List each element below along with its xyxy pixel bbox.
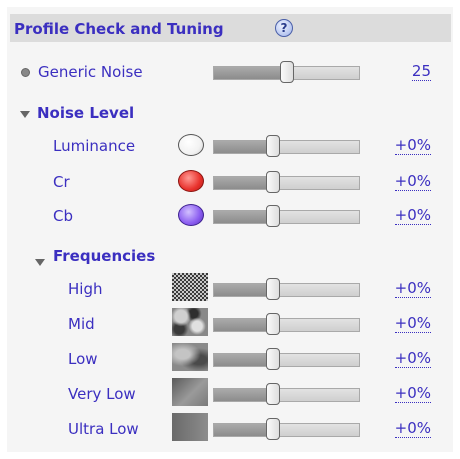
cb-slider[interactable] [213, 210, 360, 224]
panel-title: Profile Check and Tuning [14, 20, 224, 38]
slider-fill [214, 67, 287, 79]
slider-fill [214, 354, 274, 366]
slider-fill [214, 389, 274, 401]
mid-frequency-texture-icon [172, 308, 208, 336]
luminance-slider-knob[interactable] [266, 135, 280, 157]
cr-swatch-icon [178, 170, 204, 192]
slider-fill [214, 211, 274, 223]
cb-slider-knob[interactable] [266, 205, 280, 227]
noise-level-title[interactable]: Noise Level [37, 104, 134, 122]
low-frequency-texture-icon [172, 343, 208, 371]
mid-slider-knob[interactable] [266, 313, 280, 335]
collapse-triangle-icon[interactable] [20, 111, 30, 118]
high-slider-knob[interactable] [266, 278, 280, 300]
generic-noise-value[interactable]: 25 [411, 63, 431, 81]
slider-fill [214, 284, 274, 296]
help-icon[interactable]: ? [275, 19, 293, 37]
luminance-slider[interactable] [213, 140, 360, 154]
low-slider-knob[interactable] [266, 348, 280, 370]
luminance-value[interactable]: +0% [394, 137, 431, 155]
luminance-swatch-icon [178, 134, 204, 156]
frequencies-title[interactable]: Frequencies [53, 247, 155, 265]
very-low-value[interactable]: +0% [394, 385, 431, 403]
low-slider[interactable] [213, 353, 360, 367]
cr-value[interactable]: +0% [394, 173, 431, 191]
luminance-label: Luminance [53, 137, 136, 155]
cb-swatch-icon [178, 204, 204, 226]
slider-fill [214, 424, 274, 436]
high-value[interactable]: +0% [394, 280, 431, 298]
mid-value[interactable]: +0% [394, 315, 431, 333]
very-low-frequency-texture-icon [172, 378, 208, 406]
ultra-low-frequency-texture-icon [172, 413, 208, 441]
ultra-low-slider[interactable] [213, 423, 360, 437]
ultra-low-slider-knob[interactable] [266, 418, 280, 440]
high-frequency-texture-icon [172, 273, 208, 301]
bullet-icon [21, 68, 30, 77]
ultra-low-label: Ultra Low [68, 420, 139, 438]
cr-slider-knob[interactable] [266, 171, 280, 193]
generic-noise-slider-knob[interactable] [280, 61, 294, 83]
high-label: High [68, 280, 103, 298]
very-low-label: Very Low [68, 385, 136, 403]
generic-noise-label: Generic Noise [38, 63, 143, 81]
very-low-slider-knob[interactable] [266, 383, 280, 405]
ultra-low-value[interactable]: +0% [394, 420, 431, 438]
slider-fill [214, 141, 274, 153]
slider-fill [214, 319, 274, 331]
low-value[interactable]: +0% [394, 350, 431, 368]
collapse-triangle-icon[interactable] [35, 259, 45, 266]
cr-slider[interactable] [213, 176, 360, 190]
slider-fill [214, 177, 274, 189]
high-slider[interactable] [213, 283, 360, 297]
low-label: Low [68, 350, 98, 368]
cb-label: Cb [53, 207, 73, 225]
mid-slider[interactable] [213, 318, 360, 332]
cr-label: Cr [53, 173, 70, 191]
very-low-slider[interactable] [213, 388, 360, 402]
mid-label: Mid [68, 315, 95, 333]
cb-value[interactable]: +0% [394, 207, 431, 225]
